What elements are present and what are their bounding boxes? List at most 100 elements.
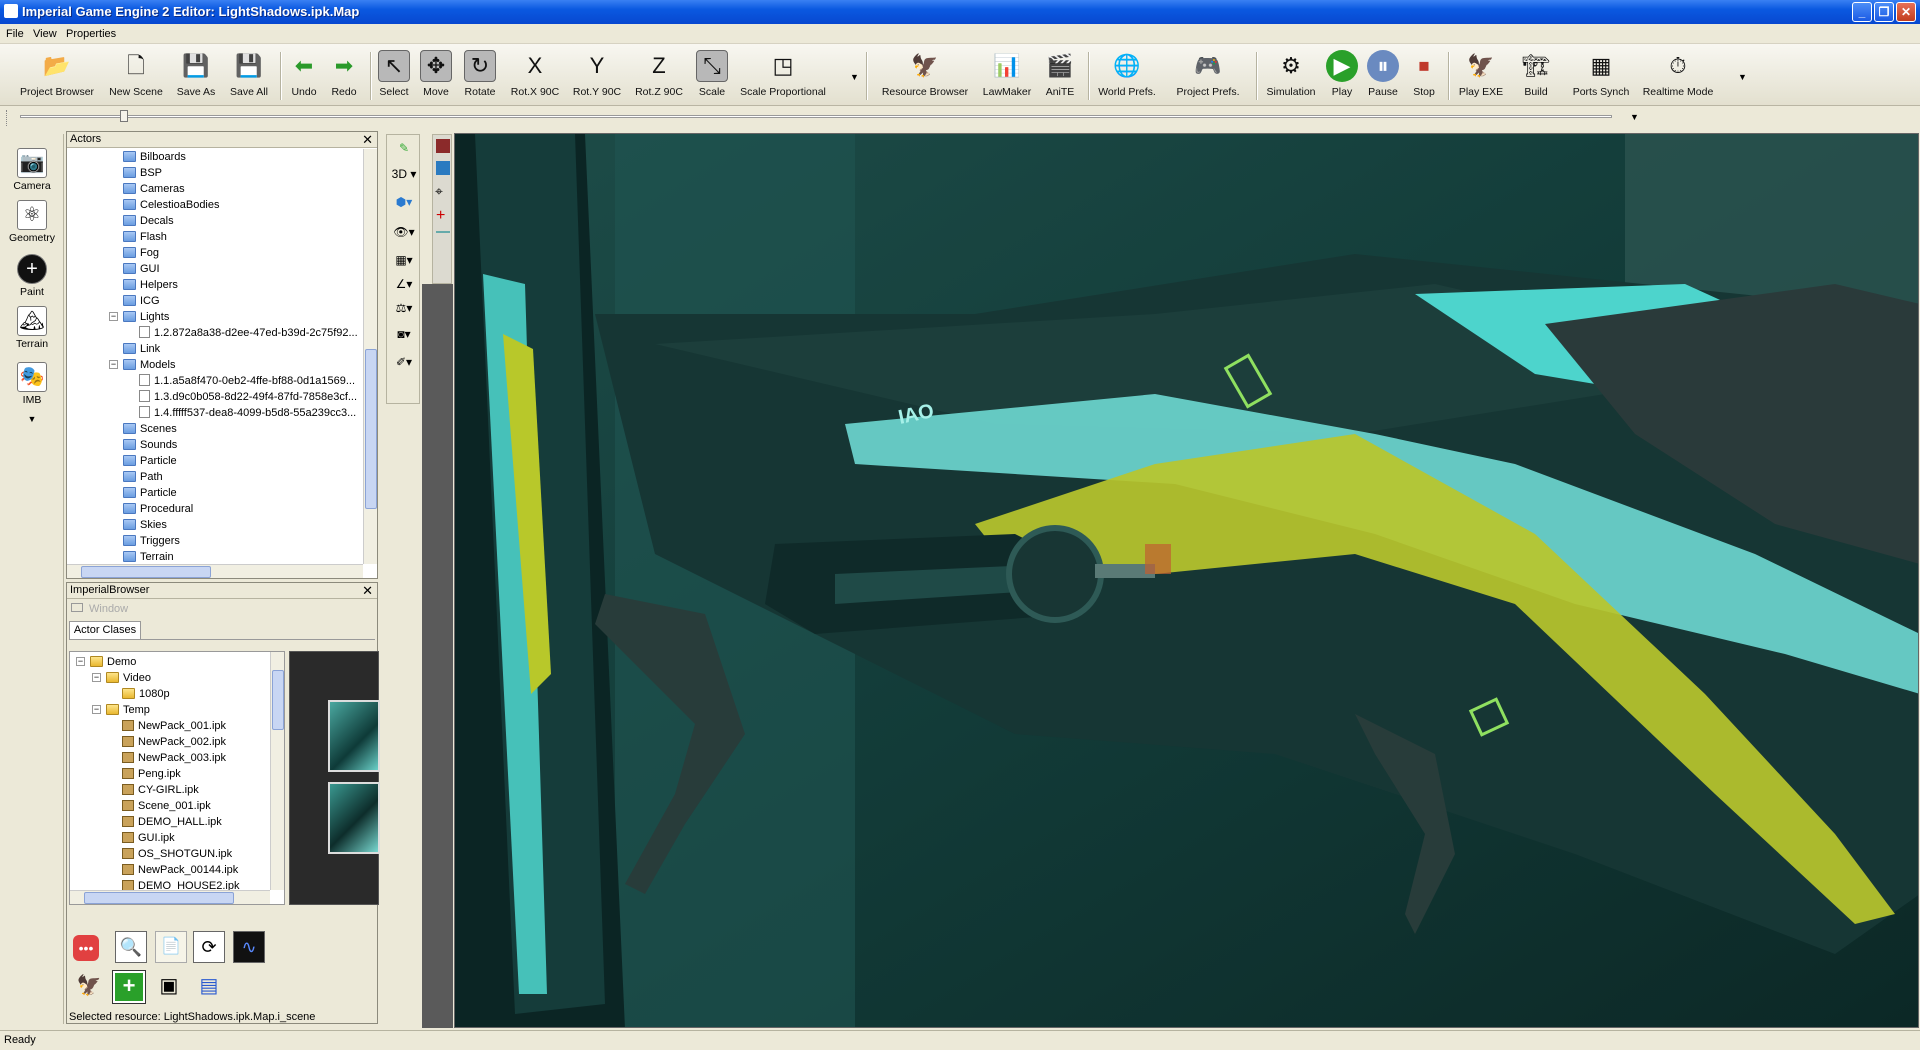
tree-folder-item[interactable]: − Lights bbox=[67, 309, 363, 325]
ports-synch-button[interactable]: ▦ Ports Synch bbox=[1566, 48, 1636, 104]
pipette-icon[interactable]: ✐▾ bbox=[390, 351, 418, 373]
actors-hscroll-thumb[interactable] bbox=[81, 566, 211, 578]
timeline-slider-thumb[interactable] bbox=[120, 110, 128, 122]
tree-folder-item[interactable]: Bilboards bbox=[67, 149, 363, 165]
search-icon[interactable]: 🔍 bbox=[115, 931, 147, 963]
tree-folder-item[interactable]: − Models bbox=[67, 357, 363, 373]
tree-folder-item[interactable]: Sounds bbox=[67, 437, 363, 453]
refresh-icon[interactable]: ⟳ bbox=[193, 931, 225, 963]
scale-tool-button[interactable]: ⤡ Scale bbox=[692, 48, 732, 104]
geometry-tool[interactable]: ⚛ Geometry bbox=[4, 200, 60, 244]
toolbox-more-arrow[interactable]: ▼ bbox=[4, 414, 60, 424]
brush-icon[interactable]: ✎ bbox=[390, 137, 418, 159]
tree-collapse-toggle[interactable]: − bbox=[109, 360, 118, 369]
tree-folder-item[interactable]: Terrain bbox=[67, 549, 363, 564]
tree-file-item[interactable]: GUI.ipk bbox=[70, 830, 270, 846]
resource-browser-button[interactable]: 🦅 Resource Browser bbox=[876, 48, 974, 104]
scale-proportional-button[interactable]: ◳ Scale Proportional bbox=[734, 48, 832, 104]
stop-button[interactable]: ⏹ Stop bbox=[1404, 48, 1444, 104]
tree-file-item[interactable]: NewPack_003.ipk bbox=[70, 750, 270, 766]
rot-y-90-button[interactable]: Y Rot.Y 90C bbox=[568, 48, 626, 104]
tree-file-item[interactable]: NewPack_001.ipk bbox=[70, 718, 270, 734]
resource-vertical-scrollbar[interactable] bbox=[270, 652, 284, 890]
tree-file-item[interactable]: 1.1.a5a8f470-0eb2-4ffe-bf88-0d1a1569... bbox=[67, 373, 363, 389]
project-prefs-button[interactable]: 🎮 Project Prefs. bbox=[1168, 48, 1248, 104]
move-tool-button[interactable]: ✥ Move bbox=[416, 48, 456, 104]
terrain-tool[interactable]: 🏔 Terrain bbox=[4, 306, 60, 350]
angle-icon[interactable]: ∠▾ bbox=[390, 273, 418, 295]
scene-thumbnail[interactable] bbox=[328, 782, 380, 854]
anite-button[interactable]: 🎬 AniTE bbox=[1038, 48, 1082, 104]
cube-icon[interactable]: ⬢▾ bbox=[390, 191, 418, 213]
balance-icon[interactable]: ⚖▾ bbox=[390, 297, 418, 319]
tab-actor-clases[interactable]: Actor Clases bbox=[69, 621, 141, 639]
grid-icon[interactable]: ▦▾ bbox=[390, 249, 418, 271]
grip-handle[interactable] bbox=[6, 110, 8, 126]
new-scene-button[interactable]: 🗋 New Scene bbox=[104, 48, 168, 104]
play-viewport-icon[interactable] bbox=[436, 161, 450, 175]
menu-view[interactable]: View bbox=[33, 28, 57, 40]
select-tool-button[interactable]: ↖ Select bbox=[374, 48, 414, 104]
tree-folder-item[interactable]: BSP bbox=[67, 165, 363, 181]
tree-folder-item[interactable]: CelestioaBodies bbox=[67, 197, 363, 213]
actors-panel-close-button[interactable]: ✕ bbox=[362, 132, 373, 147]
color-swatch-icon[interactable] bbox=[436, 139, 450, 153]
play-button[interactable]: ▶ Play bbox=[1322, 48, 1362, 104]
actors-horizontal-scrollbar[interactable] bbox=[67, 564, 363, 578]
scene-thumbnail[interactable] bbox=[328, 700, 380, 772]
tree-file-item[interactable]: 1.2.872a8a38-d2ee-47ed-b39d-2c75f92... bbox=[67, 325, 363, 341]
waveform-icon[interactable]: ∿ bbox=[233, 931, 265, 963]
save-as-button[interactable]: 💾 Save As bbox=[170, 48, 222, 104]
render-icon[interactable]: ◙▾ bbox=[390, 323, 418, 345]
tree-folder-item[interactable]: Procedural bbox=[67, 501, 363, 517]
eagle-import-icon[interactable]: 🦅 bbox=[73, 971, 105, 1003]
realtime-mode-button[interactable]: ⏱ Realtime Mode bbox=[1640, 48, 1716, 104]
tree-folder-item[interactable]: − Demo bbox=[70, 654, 270, 670]
add-resource-icon[interactable]: + bbox=[112, 970, 146, 1004]
maximize-button[interactable]: ❐ bbox=[1874, 2, 1894, 22]
window-menu[interactable]: Window bbox=[71, 603, 128, 615]
paint-tool[interactable]: + Paint bbox=[4, 254, 60, 298]
tree-file-item[interactable]: CY-GIRL.ipk bbox=[70, 782, 270, 798]
timeline-dropdown[interactable]: ▼ bbox=[1630, 112, 1639, 122]
3d-viewport[interactable]: IAO bbox=[454, 133, 1919, 1028]
app-icon[interactable] bbox=[4, 4, 18, 18]
close-button[interactable]: ✕ bbox=[1896, 2, 1916, 22]
imperial-browser-close-button[interactable]: ✕ bbox=[362, 583, 373, 598]
actors-vscroll-thumb[interactable] bbox=[365, 349, 377, 509]
actors-vertical-scrollbar[interactable] bbox=[363, 149, 377, 564]
tree-file-item[interactable]: NewPack_002.ipk bbox=[70, 734, 270, 750]
save-all-button[interactable]: 💾 Save All bbox=[224, 48, 274, 104]
tree-file-item[interactable]: Scene_001.ipk bbox=[70, 798, 270, 814]
lawmaker-button[interactable]: 📊 LawMaker bbox=[978, 48, 1036, 104]
simulation-button[interactable]: ⚙ Simulation bbox=[1262, 48, 1320, 104]
resource-vscroll-thumb[interactable] bbox=[272, 670, 284, 730]
resource-hscroll-thumb[interactable] bbox=[84, 892, 234, 904]
minimize-button[interactable]: _ bbox=[1852, 2, 1872, 22]
play-exe-button[interactable]: 🦅 Play EXE bbox=[1454, 48, 1508, 104]
line-icon[interactable] bbox=[436, 231, 450, 233]
tree-folder-item[interactable]: Particle bbox=[67, 485, 363, 501]
tree-file-item[interactable]: DEMO_HOUSE2.ipk bbox=[70, 878, 270, 890]
tree-file-item[interactable]: NewPack_00144.ipk bbox=[70, 862, 270, 878]
tree-file-item[interactable]: Peng.ipk bbox=[70, 766, 270, 782]
tree-collapse-toggle[interactable]: − bbox=[92, 705, 101, 714]
tree-folder-item[interactable]: Triggers bbox=[67, 533, 363, 549]
build-button[interactable]: 🏗 Build bbox=[1514, 48, 1558, 104]
tree-folder-item[interactable]: − Video bbox=[70, 670, 270, 686]
chat-icon[interactable]: ••• bbox=[73, 935, 99, 961]
document-icon[interactable]: 📄 bbox=[155, 931, 187, 963]
tree-collapse-toggle[interactable]: − bbox=[76, 657, 85, 666]
tree-folder-item[interactable]: Link bbox=[67, 341, 363, 357]
toolbar-overflow-dropdown[interactable]: ▼ bbox=[850, 72, 860, 82]
tree-folder-item[interactable]: Path bbox=[67, 469, 363, 485]
view-mode-dropdown[interactable]: 3D ▾ bbox=[390, 163, 418, 185]
tree-folder-item[interactable]: Helpers bbox=[67, 277, 363, 293]
imb-tool[interactable]: 🎭 IMB bbox=[4, 362, 60, 406]
eye-icon[interactable]: 👁▾ bbox=[390, 221, 418, 243]
redo-button[interactable]: ➡ Redo bbox=[324, 48, 364, 104]
toolbar-overflow-dropdown-2[interactable]: ▼ bbox=[1738, 72, 1748, 82]
tree-folder-item[interactable]: Scenes bbox=[67, 421, 363, 437]
timeline-slider-track[interactable] bbox=[20, 115, 1612, 118]
tree-folder-item[interactable]: Flash bbox=[67, 229, 363, 245]
